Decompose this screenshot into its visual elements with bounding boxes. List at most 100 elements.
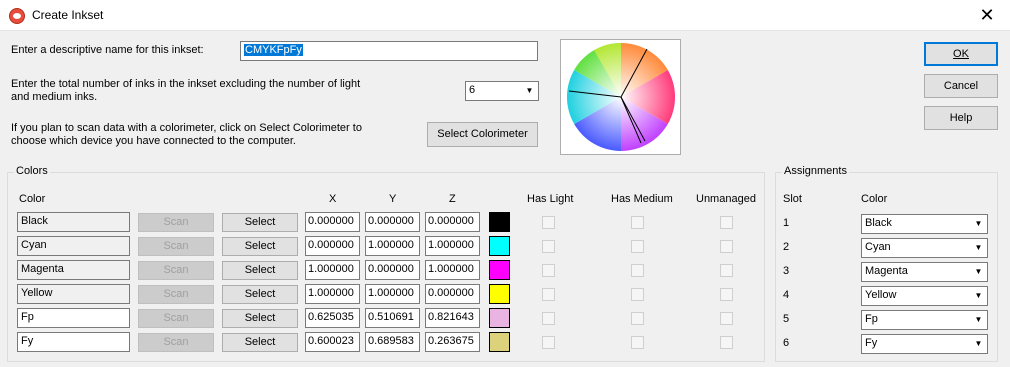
unmanaged-checkbox[interactable] xyxy=(720,264,733,277)
x-value-field[interactable]: 0.625035 xyxy=(305,308,360,328)
unmanaged-checkbox[interactable] xyxy=(720,240,733,253)
scan-button[interactable]: Scan xyxy=(138,237,214,256)
slot-color-dropdown[interactable]: Yellow ▼ xyxy=(861,286,988,306)
select-button[interactable]: Select xyxy=(222,333,298,352)
chevron-down-icon: ▼ xyxy=(971,336,986,352)
y-value-field[interactable]: 1.000000 xyxy=(365,236,420,256)
select-button[interactable]: Select xyxy=(222,237,298,256)
color-wheel-icon xyxy=(566,42,676,152)
unmanaged-checkbox[interactable] xyxy=(720,288,733,301)
header-color: Color xyxy=(19,193,46,205)
header-has-light: Has Light xyxy=(527,193,574,205)
slot-color-value: Black xyxy=(865,217,892,229)
x-value-field[interactable]: 1.000000 xyxy=(305,284,360,304)
inkset-name-value: CMYKFpFy xyxy=(244,44,303,56)
slot-color-value: Magenta xyxy=(865,265,908,277)
unmanaged-checkbox[interactable] xyxy=(720,216,733,229)
color-name-field: Black xyxy=(17,212,130,232)
y-value-field[interactable]: 0.000000 xyxy=(365,212,420,232)
x-value-field[interactable]: 0.000000 xyxy=(305,236,360,256)
has-light-checkbox[interactable] xyxy=(542,312,555,325)
has-medium-checkbox[interactable] xyxy=(631,336,644,349)
y-value-field[interactable]: 1.000000 xyxy=(365,284,420,304)
x-value-field[interactable]: 0.000000 xyxy=(305,212,360,232)
close-icon[interactable]: ✕ xyxy=(964,0,1010,31)
app-logo-icon xyxy=(9,8,25,24)
has-light-checkbox[interactable] xyxy=(542,240,555,253)
has-light-checkbox[interactable] xyxy=(542,336,555,349)
scan-button[interactable]: Scan xyxy=(138,333,214,352)
has-medium-checkbox[interactable] xyxy=(631,240,644,253)
slot-number: 6 xyxy=(783,337,790,349)
slot-color-value: Yellow xyxy=(865,289,897,301)
color-name-field[interactable]: Fp xyxy=(17,308,130,328)
z-value-field[interactable]: 0.821643 xyxy=(425,308,480,328)
chevron-down-icon: ▼ xyxy=(971,264,986,280)
color-swatch[interactable] xyxy=(489,236,510,256)
ink-count-dropdown[interactable]: 6 ▼ xyxy=(465,81,539,101)
z-value-field[interactable]: 1.000000 xyxy=(425,260,480,280)
has-light-checkbox[interactable] xyxy=(542,288,555,301)
has-light-checkbox[interactable] xyxy=(542,216,555,229)
ok-button[interactable]: OK xyxy=(924,42,998,66)
has-medium-checkbox[interactable] xyxy=(631,288,644,301)
slot-number: 1 xyxy=(783,217,790,229)
has-light-checkbox[interactable] xyxy=(542,264,555,277)
slot-number: 2 xyxy=(783,241,790,253)
y-value-field[interactable]: 0.510691 xyxy=(365,308,420,328)
slot-color-value: Cyan xyxy=(865,241,891,253)
header-slot: Slot xyxy=(783,193,802,205)
slot-color-value: Fp xyxy=(865,313,878,325)
slot-number: 5 xyxy=(783,313,790,325)
color-name-field: Cyan xyxy=(17,236,130,256)
slot-color-dropdown[interactable]: Black ▼ xyxy=(861,214,988,234)
select-button[interactable]: Select xyxy=(222,213,298,232)
slot-color-dropdown[interactable]: Fy ▼ xyxy=(861,334,988,354)
colorimeter-label: If you plan to scan data with a colorime… xyxy=(11,122,362,147)
scan-button[interactable]: Scan xyxy=(138,213,214,232)
colors-group-title: Colors xyxy=(14,165,50,177)
title-bar: Create Inkset ✕ xyxy=(0,0,1010,31)
slot-color-dropdown[interactable]: Magenta ▼ xyxy=(861,262,988,282)
chevron-down-icon: ▼ xyxy=(522,83,537,99)
has-medium-checkbox[interactable] xyxy=(631,216,644,229)
has-medium-checkbox[interactable] xyxy=(631,312,644,325)
name-label: Enter a descriptive name for this inkset… xyxy=(11,44,204,56)
unmanaged-checkbox[interactable] xyxy=(720,312,733,325)
color-swatch[interactable] xyxy=(489,212,510,232)
inkset-name-input[interactable]: CMYKFpFy xyxy=(240,41,538,61)
select-button[interactable]: Select xyxy=(222,285,298,304)
x-value-field[interactable]: 1.000000 xyxy=(305,260,360,280)
help-button[interactable]: Help xyxy=(924,106,998,130)
slot-color-dropdown[interactable]: Fp ▼ xyxy=(861,310,988,330)
header-z: Z xyxy=(449,193,456,205)
z-value-field[interactable]: 0.000000 xyxy=(425,212,480,232)
select-colorimeter-button[interactable]: Select Colorimeter xyxy=(427,122,538,147)
scan-button[interactable]: Scan xyxy=(138,285,214,304)
ink-count-value: 6 xyxy=(469,84,476,96)
header-has-medium: Has Medium xyxy=(611,193,673,205)
color-swatch[interactable] xyxy=(489,284,510,304)
z-value-field[interactable]: 0.000000 xyxy=(425,284,480,304)
z-value-field[interactable]: 0.263675 xyxy=(425,332,480,352)
color-swatch[interactable] xyxy=(489,260,510,280)
has-medium-checkbox[interactable] xyxy=(631,264,644,277)
color-swatch[interactable] xyxy=(489,308,510,328)
select-button[interactable]: Select xyxy=(222,309,298,328)
color-swatch[interactable] xyxy=(489,332,510,352)
scan-button[interactable]: Scan xyxy=(138,309,214,328)
z-value-field[interactable]: 1.000000 xyxy=(425,236,480,256)
select-button[interactable]: Select xyxy=(222,261,298,280)
x-value-field[interactable]: 0.600023 xyxy=(305,332,360,352)
header-assign-color: Color xyxy=(861,193,888,205)
color-name-field[interactable]: Fy xyxy=(17,332,130,352)
slot-color-dropdown[interactable]: Cyan ▼ xyxy=(861,238,988,258)
slot-number: 4 xyxy=(783,289,790,301)
scan-button[interactable]: Scan xyxy=(138,261,214,280)
y-value-field[interactable]: 0.000000 xyxy=(365,260,420,280)
y-value-field[interactable]: 0.689583 xyxy=(365,332,420,352)
window-title: Create Inkset xyxy=(32,8,104,22)
color-name-field: Magenta xyxy=(17,260,130,280)
cancel-button[interactable]: Cancel xyxy=(924,74,998,98)
unmanaged-checkbox[interactable] xyxy=(720,336,733,349)
